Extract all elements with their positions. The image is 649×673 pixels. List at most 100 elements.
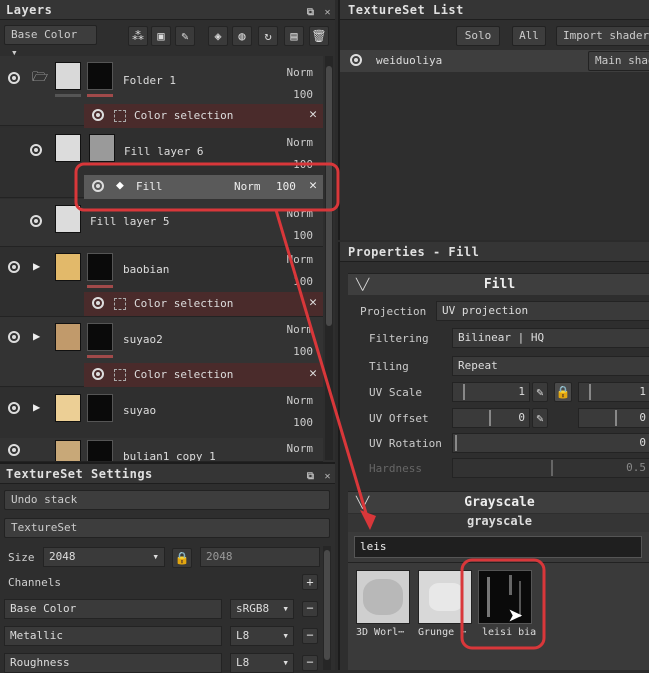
blend-mode[interactable]: Norm xyxy=(273,442,314,455)
uv-offset-slider-2[interactable]: 0 xyxy=(578,408,649,428)
mask-thumbnail xyxy=(87,62,113,90)
visibility-icon[interactable] xyxy=(92,297,104,309)
remove-channel-icon[interactable]: − xyxy=(302,655,318,671)
float-icon[interactable]: ⧉ xyxy=(307,471,315,482)
visibility-icon[interactable] xyxy=(8,72,20,84)
channel-format-select[interactable]: L8 ▾ xyxy=(230,653,294,673)
blend-mode[interactable]: Norm xyxy=(273,394,314,407)
fill-effect-row[interactable]: ◆ Fill Norm 100 ✕ xyxy=(84,175,323,199)
remove-icon[interactable]: ✕ xyxy=(309,107,317,122)
blend-mode[interactable]: Norm xyxy=(273,253,314,266)
lock-icon[interactable]: 🔒 xyxy=(172,548,192,568)
add-smart-icon[interactable]: ↻ xyxy=(258,26,278,46)
solo-button[interactable]: Solo xyxy=(456,26,500,46)
visibility-icon[interactable] xyxy=(8,402,20,414)
visibility-icon[interactable] xyxy=(92,368,104,380)
remove-icon[interactable]: ✕ xyxy=(309,295,317,310)
layers-scrollbar[interactable] xyxy=(325,56,333,460)
resource-search-input[interactable]: leis xyxy=(354,536,642,558)
resource-name: 3D Worl⋯ xyxy=(356,627,405,638)
visibility-icon[interactable] xyxy=(92,109,104,121)
layer-thumbnail xyxy=(55,205,81,233)
resource-thumbnail[interactable] xyxy=(418,570,472,624)
visibility-icon[interactable] xyxy=(8,331,20,343)
visibility-icon[interactable] xyxy=(30,144,42,156)
layer-row[interactable]: bulian1_copy_1 Norm xyxy=(0,438,323,462)
grayscale-section-header[interactable]: ╲╱ Grayscale xyxy=(348,491,649,513)
visibility-icon[interactable] xyxy=(8,444,20,456)
opacity-value[interactable]: 100 xyxy=(273,345,313,358)
opacity-value[interactable]: 100 xyxy=(273,229,313,242)
layer-name: bulian1_copy_1 xyxy=(123,450,216,462)
float-icon[interactable]: ⧉ xyxy=(307,7,315,18)
uv-scale-slider-2[interactable]: 1 xyxy=(578,382,649,402)
all-button[interactable]: All xyxy=(512,26,546,46)
lock-icon[interactable]: 🔒 xyxy=(554,382,572,402)
mask-thumbnail xyxy=(87,440,113,461)
add-fill-icon[interactable]: ◍ xyxy=(232,26,252,46)
resource-thumbnail-selected[interactable] xyxy=(478,570,532,624)
paint-mask-icon[interactable]: ✎ xyxy=(175,26,195,46)
delete-icon[interactable]: 🗑 xyxy=(309,26,329,46)
color-selection-row[interactable]: Color selection ✕ xyxy=(84,292,323,316)
color-selection-row[interactable]: Color selection ✕ xyxy=(84,363,323,387)
collapse-icon[interactable]: ╲╱ xyxy=(356,274,369,296)
blend-mode[interactable]: Norm xyxy=(273,136,314,149)
uv-scale-slider[interactable]: 1 xyxy=(452,382,530,402)
projection-select[interactable]: UV projection xyxy=(436,301,649,321)
collapse-icon[interactable]: ╲╱ xyxy=(356,492,369,514)
remove-icon[interactable]: ✕ xyxy=(309,178,317,193)
textureset-list-panel: TextureSet List Solo All Import shader w… xyxy=(338,0,649,240)
add-layer-icon[interactable]: ◈ xyxy=(208,26,228,46)
fill-section-header[interactable]: ╲╱ Fill xyxy=(348,273,649,295)
layer-row[interactable]: Fill layer 5 Norm 100 xyxy=(0,199,323,247)
opacity-value[interactable]: 100 xyxy=(273,416,313,429)
channel-format-select[interactable]: L8 ▾ xyxy=(230,626,294,646)
uv-offset-slider[interactable]: 0 xyxy=(452,408,530,428)
filtering-select[interactable]: Bilinear | HQ xyxy=(452,328,649,348)
layer-thumbnail xyxy=(55,62,81,90)
layer-name: suyao xyxy=(123,404,157,417)
textureset-item[interactable]: weiduoliya Main shader xyxy=(340,50,649,72)
color-selection-row[interactable]: Color selection ✕ xyxy=(84,104,323,128)
opacity-value[interactable]: 100 xyxy=(273,275,313,288)
channels-label: Channels xyxy=(8,576,61,589)
add-channel-icon[interactable]: + xyxy=(302,574,318,590)
import-shader-button[interactable]: Import shader xyxy=(556,26,649,46)
blend-mode[interactable]: Norm xyxy=(273,66,314,79)
close-panel-icon[interactable]: ✕ xyxy=(324,7,331,18)
settings-scrollbar[interactable] xyxy=(323,546,331,670)
opacity-value[interactable]: 100 xyxy=(273,158,313,171)
visibility-icon[interactable] xyxy=(350,54,362,66)
add-effect-icon[interactable]: ⁂ xyxy=(128,26,148,46)
tiling-select[interactable]: Repeat xyxy=(452,356,649,376)
opacity-value[interactable]: 100 xyxy=(273,88,313,101)
edit-icon[interactable]: ✎ xyxy=(532,408,548,428)
remove-icon[interactable]: ✕ xyxy=(309,366,317,381)
textureset-list-title: TextureSet List xyxy=(340,0,649,20)
hardness-slider[interactable]: 0.5 xyxy=(452,458,649,478)
channel-name: Metallic xyxy=(4,626,222,646)
mask-thumbnail xyxy=(89,134,115,162)
add-folder-icon[interactable]: ▤ xyxy=(284,26,304,46)
add-mask-icon[interactable]: ▣ xyxy=(151,26,171,46)
size-select[interactable]: 2048 ▾ xyxy=(43,547,165,567)
mask-thumbnail xyxy=(87,323,113,351)
visibility-icon[interactable] xyxy=(8,261,20,273)
channel-format-select[interactable]: sRGB8 ▾ xyxy=(230,599,294,619)
channel-select[interactable]: Base Color ▾ xyxy=(4,25,97,59)
uv-rotation-slider[interactable]: 0 xyxy=(452,433,649,453)
close-panel-icon[interactable]: ✕ xyxy=(324,471,331,482)
visibility-icon[interactable] xyxy=(30,215,42,227)
blend-mode[interactable]: Norm xyxy=(273,323,314,336)
visibility-icon[interactable] xyxy=(92,180,104,192)
undo-stack-button[interactable]: Undo stack xyxy=(4,490,330,510)
shader-select[interactable]: Main shader xyxy=(588,51,649,71)
remove-channel-icon[interactable]: − xyxy=(302,601,318,617)
edit-icon[interactable]: ✎ xyxy=(532,382,548,402)
resource-thumbnail[interactable] xyxy=(356,570,410,624)
remove-channel-icon[interactable]: − xyxy=(302,628,318,644)
blend-mode[interactable]: Norm xyxy=(273,207,314,220)
textureset-button[interactable]: TextureSet xyxy=(4,518,330,538)
size-value-2[interactable]: 2048 xyxy=(200,547,320,567)
